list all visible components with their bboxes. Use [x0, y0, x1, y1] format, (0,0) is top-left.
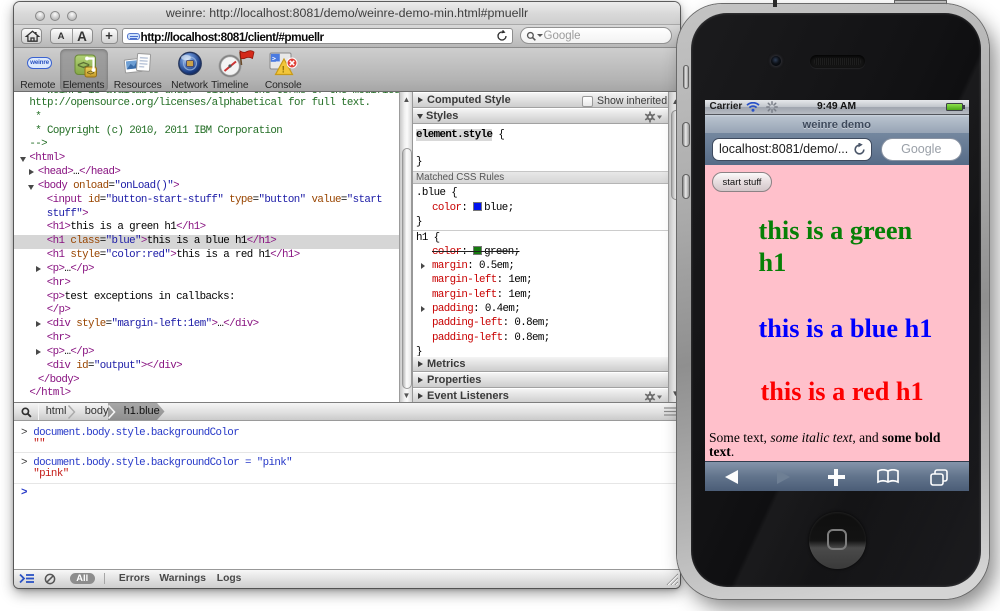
svg-text:>_: >_ [272, 54, 280, 62]
svg-text:!: ! [282, 64, 285, 74]
